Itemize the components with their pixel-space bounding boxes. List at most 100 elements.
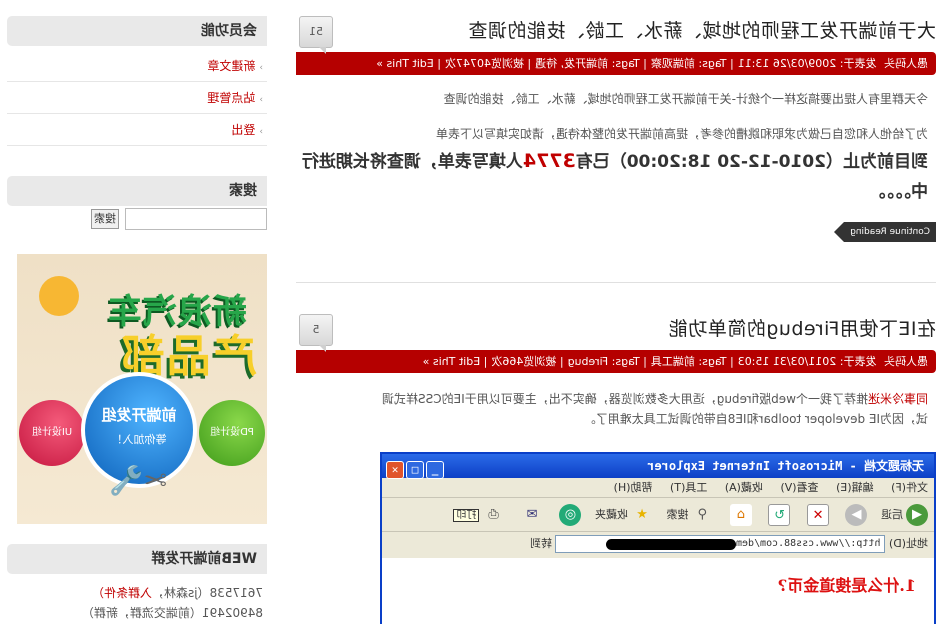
ie-media-button: ◎ <box>557 498 582 532</box>
ie-page-content: 1.什么是搜道金币? <box>382 558 934 624</box>
ie-stop-button: ✕ <box>804 498 829 532</box>
post-tags[interactable]: Tags: 前端观察 <box>651 57 727 70</box>
edit-link[interactable]: Edit This » <box>376 57 434 70</box>
mail-icon: ✉ <box>526 507 538 522</box>
post-2: 在IE下使用Firebug的简单功能 5 愚人码头 发表于: 2011/03/3… <box>296 312 936 429</box>
post-date: 发表于: 2011/03/31 15:03 <box>737 355 877 368</box>
ie-toolbar: ◀后退 ▶ ✕ ↻ ⌂ ⚲ 搜索 ★ 收藏夹 ◎ ✉ ⎙ 打印 <box>382 498 934 532</box>
new-post-link[interactable]: ›新建文章 <box>7 50 267 82</box>
search-button[interactable]: 搜索 <box>91 209 119 229</box>
highlight-prefix: 到目前为止（2010-12-20 18:20:00）已有 <box>575 152 928 172</box>
post-intro: 今天群里有人提出要搞这样一个统计-关于前端开发工程师的地域、薪水、工龄、技能的调… <box>443 92 928 106</box>
sun-graphic <box>39 276 79 316</box>
redaction-mark <box>606 539 737 550</box>
post-header: 在IE下使用Firebug的简单功能 5 <box>296 312 936 348</box>
group1-number: 7617538 <box>209 586 263 600</box>
web-group-title: WEB前端开发群 <box>7 544 267 574</box>
new-post-label: 新建文章 <box>207 59 256 73</box>
ad-frontend-sub: 等你加入！ <box>111 433 167 446</box>
ie-menu-favorites: 收藏(A) <box>724 481 763 494</box>
forward-arrow-icon: ▶ <box>845 504 868 526</box>
ie-back-button: ◀后退 <box>881 498 928 532</box>
post-title[interactable]: 在IE下使用Firebug的简单功能 <box>668 314 936 341</box>
post-author: 愚人码头 <box>884 57 928 70</box>
member-section-title: 会员功能 <box>7 16 267 46</box>
ie-address-value: http://www.css88.com/dem <box>735 538 881 549</box>
site-admin-label: 站点管理 <box>207 91 256 105</box>
chevron-right-icon: › <box>259 63 263 73</box>
group2-number: 84902491 <box>201 606 263 620</box>
media-icon: ◎ <box>559 504 582 526</box>
ie-back-label: 后退 <box>881 508 903 521</box>
post-separator <box>296 282 936 283</box>
ie-address-label: 地址(D) <box>888 537 928 550</box>
tools-icon: ✂🔧 <box>108 464 167 497</box>
ie-home-button: ⌂ <box>727 498 752 532</box>
ie-menu-view: 查看(V) <box>780 481 819 494</box>
post-tags-extra[interactable]: Tags: 前端开发, 待遇 <box>535 57 640 70</box>
edit-link[interactable]: Edit This » <box>423 355 481 368</box>
group1-join-link[interactable]: 入群条件） <box>92 586 152 600</box>
ie-favorites-button: ★ 收藏夹 <box>595 498 653 532</box>
home-icon: ⌂ <box>730 504 752 526</box>
print-tooltip: 打印 <box>453 509 480 522</box>
group1-name: （js森林， <box>151 586 210 600</box>
ie-mail-button: ✉ <box>518 498 543 532</box>
post-author: 愚人码头 <box>884 355 928 368</box>
logout-label: 登出 <box>231 123 256 137</box>
colleague-name[interactable]: 同事冷米迷 <box>868 392 928 406</box>
ie-print-button: ⎙ 打印 <box>453 498 505 533</box>
group2-name: （前端交流群，新群） <box>81 606 202 620</box>
ie-favorites-label: 收藏夹 <box>595 508 628 521</box>
ie-title-bar: 无标题文档 - Microsoft Internet Explorer _□✕ <box>382 454 934 481</box>
recruit-ad-banner[interactable]: 新浪汽车 产品部 PD设计组 UI设计组 前端开发组 等你加入！ ✂🔧 <box>17 254 267 524</box>
ie-title-text: 无标题文档 - Microsoft Internet Explorer <box>647 459 924 473</box>
ie-menu-file: 文件(F) <box>891 481 928 494</box>
post-paragraph: 为了给他人和您自己做为求职和跳槽的参考，提高前端开发的整体待遇，请如实填写以下表… <box>435 127 928 141</box>
search-section-title: 搜索 <box>7 176 267 206</box>
post-meta-bar: 愚人码头 发表于: 2011/03/31 15:03| Tags: 前端工具| … <box>296 350 936 373</box>
star-icon: ★ <box>636 507 648 522</box>
comment-count-badge[interactable]: 5 <box>299 314 333 346</box>
comment-count-badge[interactable]: 51 <box>299 16 333 48</box>
post-date: 发表于: 2009/03/26 13:11 <box>737 57 877 70</box>
ie-menu-help: 帮助(H) <box>613 481 653 494</box>
printer-icon: ⎙ <box>488 507 499 522</box>
chevron-right-icon: › <box>259 95 263 105</box>
member-links: ›新建文章 ›站点管理 ›登出 <box>7 50 267 146</box>
post-views: 被浏览466次 <box>491 355 557 368</box>
post-header: 大于前端开发工程师的地域、薪水、工龄、技能的调查 51 <box>296 14 936 50</box>
stop-icon: ✕ <box>807 504 829 526</box>
ie-refresh-button: ↻ <box>766 498 791 532</box>
minimize-icon: _ <box>426 461 444 479</box>
survey-highlight: 到目前为止（2010-12-20 18:20:00）已有3774人填写表单，调查… <box>296 146 936 207</box>
sidebar: 会员功能 ›新建文章 ›站点管理 ›登出 搜索 <box>7 16 267 206</box>
ie-search-label: 搜索 <box>666 508 689 521</box>
page-mirror: 大于前端开发工程师的地域、薪水、工龄、技能的调查 51 愚人码头 发表于: 20… <box>0 0 939 624</box>
ie-menu-bar: 文件(F) 编辑(E) 查看(V) 收藏(A) 工具(T) 帮助(H) <box>382 478 934 498</box>
ie-go-label: 转到 <box>529 537 552 550</box>
continue-reading-button[interactable]: Continue Reading <box>844 222 936 242</box>
post-tags[interactable]: Tags: 前端工具 <box>651 355 727 368</box>
post-1: 大于前端开发工程师的地域、薪水、工龄、技能的调查 51 愚人码头 发表于: 20… <box>296 14 936 242</box>
qq-group-2: 84902491（前端交流群，新群） <box>82 604 263 621</box>
post-paragraph: 同事冷米迷推荐了我一个web版firebug，适用大多数浏览器，确实不出，主要可… <box>296 389 936 429</box>
ie-menu-tools: 工具(T) <box>670 481 708 494</box>
magnifier-icon: ⚲ <box>697 507 708 522</box>
ie-screenshot: 无标题文档 - Microsoft Internet Explorer _□✕ … <box>380 452 936 624</box>
logout-link[interactable]: ›登出 <box>7 114 267 146</box>
ie-address-field: http://www.css88.com/dem <box>555 535 886 553</box>
ie-address-bar: 地址(D) http://www.css88.com/dem 转到 <box>382 532 934 556</box>
paragraph-line1: 推荐了我一个web版firebug，适用大多数浏览器，确实不出，主要可以用于IE… <box>381 392 868 406</box>
search-input[interactable] <box>125 208 267 230</box>
back-arrow-icon: ◀ <box>906 504 928 526</box>
ie-window-buttons: _□✕ <box>386 457 446 481</box>
ad-pd-circle: PD设计组 <box>199 400 265 466</box>
paragraph-line2: 试，因为IE developer toolbar和IE8自带的调试工具太难用了。 <box>583 412 928 426</box>
ie-search-button: ⚲ 搜索 <box>667 498 714 532</box>
post-meta-bar: 愚人码头 发表于: 2009/03/26 13:11| Tags: 前端观察| … <box>296 52 936 75</box>
refresh-icon: ↻ <box>768 504 791 526</box>
site-admin-link[interactable]: ›站点管理 <box>7 82 267 114</box>
post-tags-extra[interactable]: Tags: Firebug <box>568 355 640 368</box>
post-title[interactable]: 大于前端开发工程师的地域、薪水、工龄、技能的调查 <box>468 16 936 43</box>
